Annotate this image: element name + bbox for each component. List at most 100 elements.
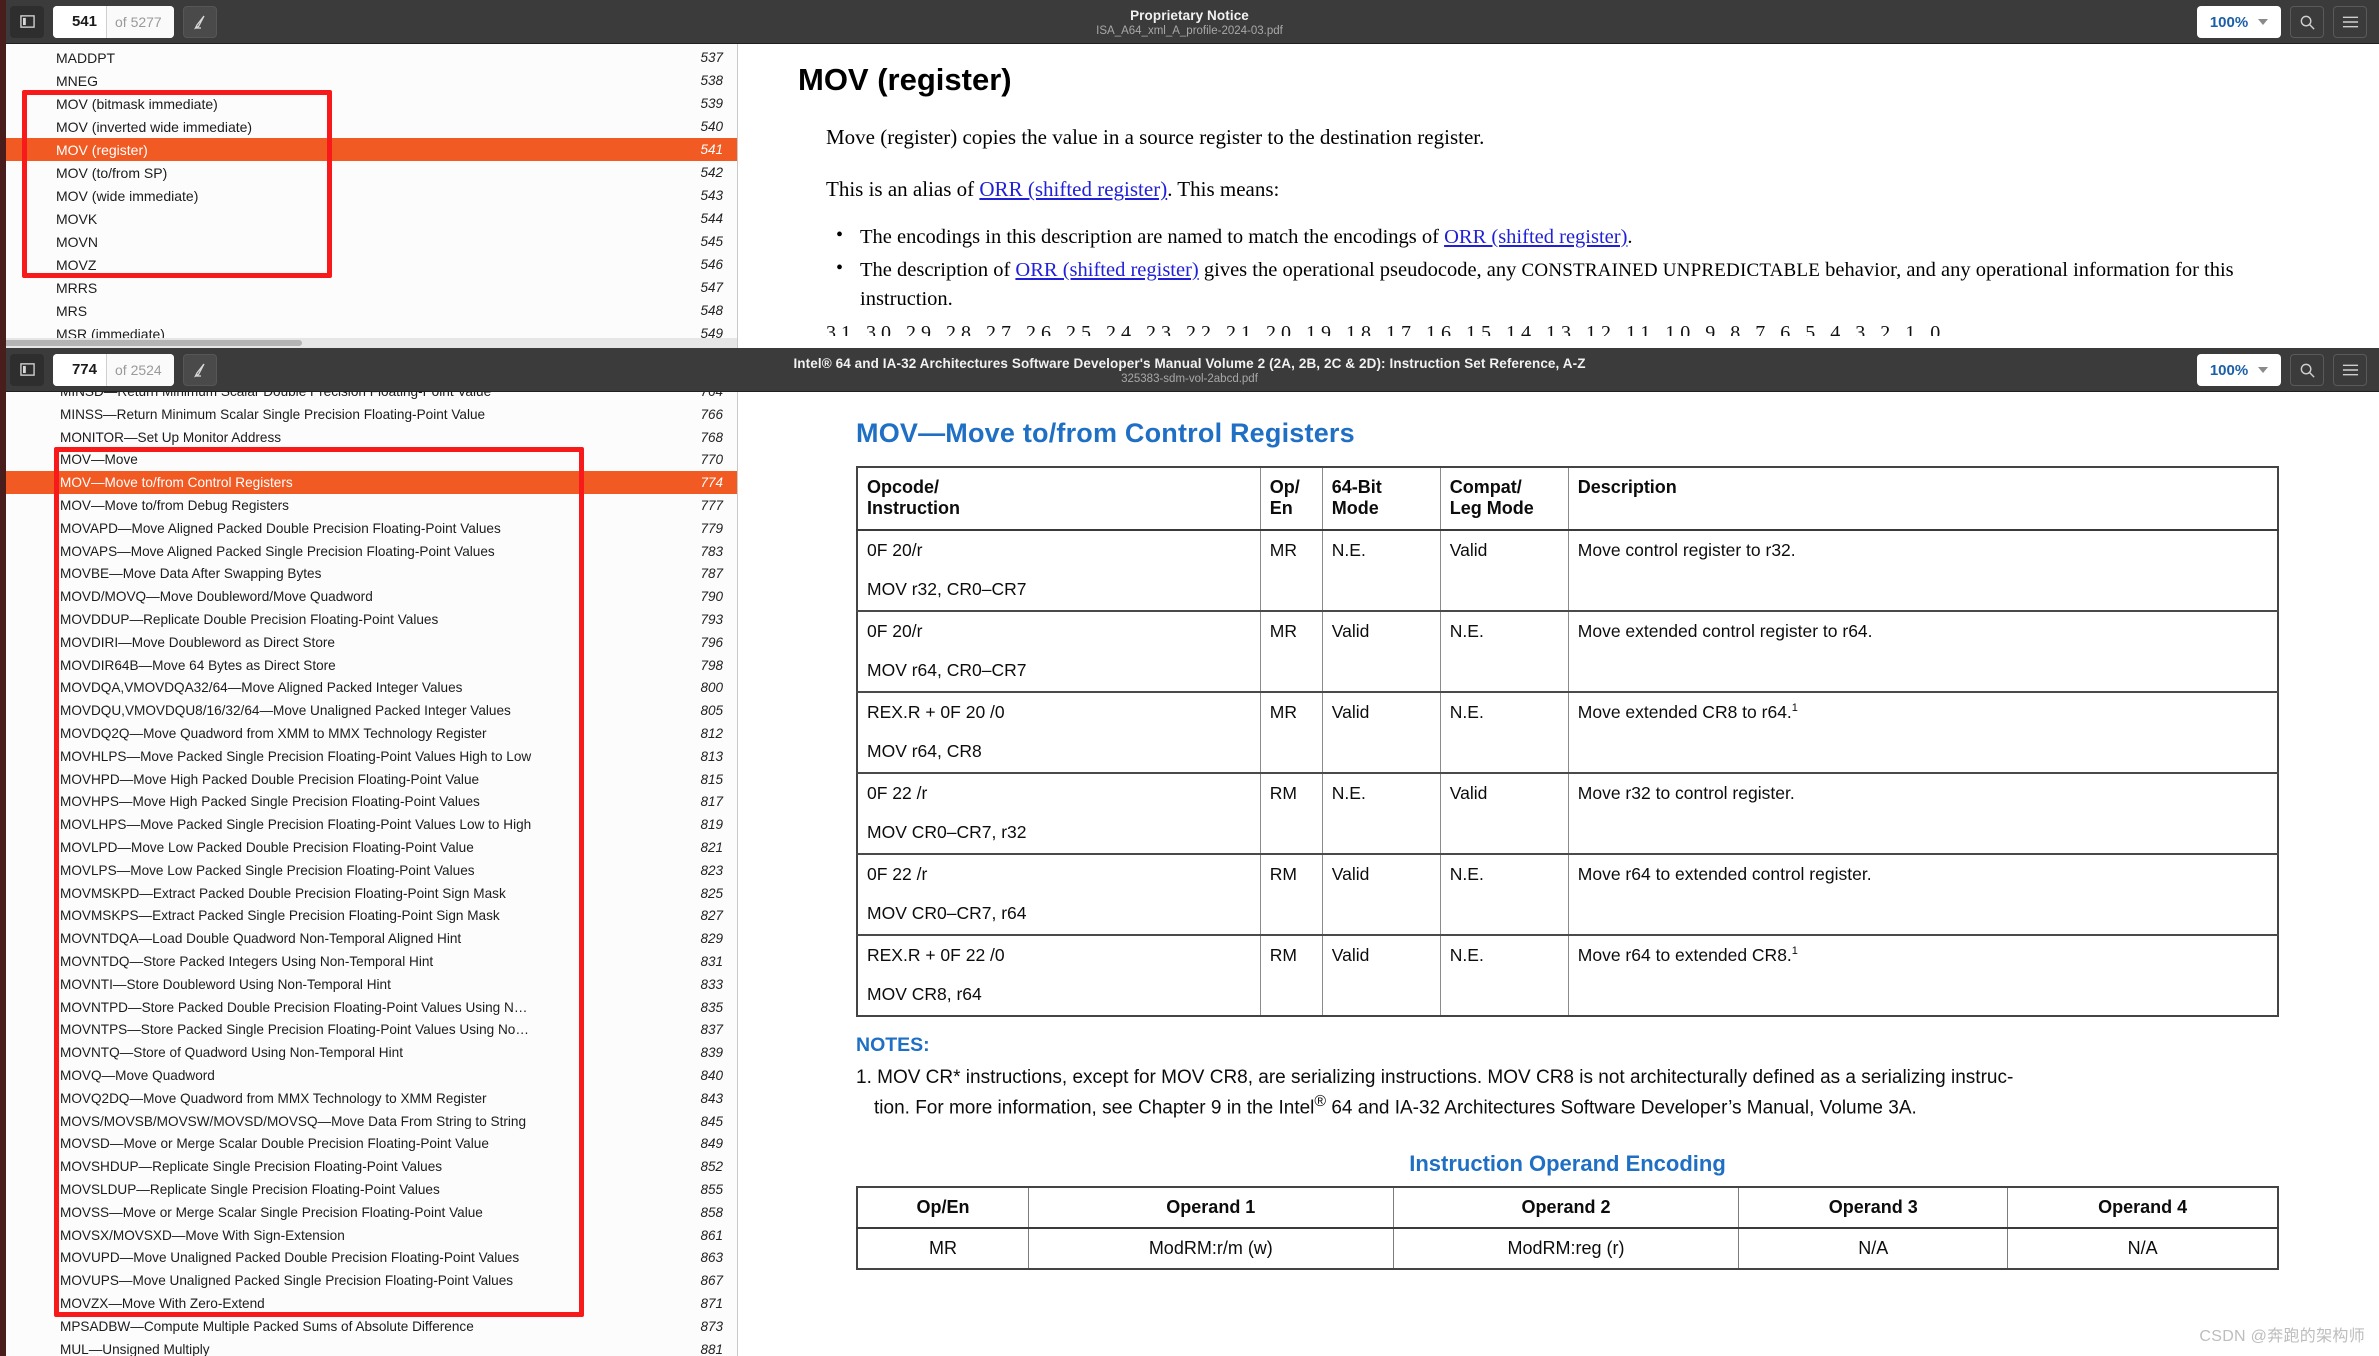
opcode-text: 0F 20/r — [867, 621, 1252, 642]
sidebar-horizontal-scrollbar-arm[interactable] — [0, 338, 737, 348]
mode64-cell: Valid — [1322, 935, 1440, 1016]
outline-item-intel[interactable]: MOVNTI—Store Doubleword Using Non-Tempor… — [0, 973, 737, 996]
outline-item-intel[interactable]: MOVQ2DQ—Move Quadword from MMX Technolog… — [0, 1087, 737, 1110]
outline-item-intel[interactable]: MOVLPS—Move Low Packed Single Precision … — [0, 859, 737, 882]
outline-item-label: MOVHPS—Move High Packed Single Precision… — [60, 794, 683, 809]
outline-item-label: MOVDQA,VMOVDQA32/64—Move Aligned Packed … — [60, 680, 683, 695]
outline-item-intel[interactable]: MUL—Unsigned Multiply881 — [0, 1338, 737, 1356]
zoom-select-arm[interactable]: 100% — [2197, 6, 2281, 38]
sidebar-toggle-icon[interactable] — [10, 354, 44, 386]
outline-item-arm[interactable]: MOV (inverted wide immediate)540 — [0, 115, 737, 138]
outline-item-arm[interactable]: MNEG538 — [0, 69, 737, 92]
outline-item-label: MOVQ—Move Quadword — [60, 1068, 683, 1083]
outline-item-intel[interactable]: MOVNTDQ—Store Packed Integers Using Non-… — [0, 950, 737, 973]
page-number-input-arm[interactable]: 541 of 5277 — [53, 6, 174, 38]
outline-item-label: MOVSX/MOVSXD—Move With Sign-Extension — [60, 1228, 683, 1243]
outline-item-intel[interactable]: MOVAPD—Move Aligned Packed Double Precis… — [0, 517, 737, 540]
outline-item-intel[interactable]: MOVUPS—Move Unaligned Packed Single Prec… — [0, 1269, 737, 1292]
outline-item-intel[interactable]: MOVNTPD—Store Packed Double Precision Fl… — [0, 996, 737, 1019]
outline-item-intel[interactable]: MOVDQ2Q—Move Quadword from XMM to MMX Te… — [0, 722, 737, 745]
outline-item-intel[interactable]: MOVMSKPD—Extract Packed Double Precision… — [0, 882, 737, 905]
search-icon[interactable] — [2290, 6, 2324, 38]
zoom-select-intel[interactable]: 100% — [2197, 354, 2281, 386]
outline-item-intel[interactable]: MONITOR—Set Up Monitor Address768 — [0, 426, 737, 449]
table-cell: N/A — [1739, 1228, 2008, 1269]
hamburger-menu-icon[interactable] — [2333, 354, 2367, 386]
orr-shifted-register-link-1[interactable]: ORR (shifted register) — [979, 177, 1167, 201]
outline-item-intel[interactable]: MOV—Move770 — [0, 449, 737, 472]
outline-item-intel[interactable]: MOVD/MOVQ—Move Doubleword/Move Quadword7… — [0, 585, 737, 608]
outline-item-arm[interactable]: MOVK544 — [0, 207, 737, 230]
sidebar-toggle-icon[interactable] — [10, 6, 44, 38]
outline-item-intel[interactable]: MOVAPS—Move Aligned Packed Single Precis… — [0, 540, 737, 563]
outline-item-arm[interactable]: MOV (to/from SP)542 — [0, 161, 737, 184]
outline-item-intel[interactable]: MOVZX—Move With Zero-Extend871 — [0, 1292, 737, 1315]
table-cell: MR — [857, 1228, 1028, 1269]
orr-shifted-register-link-2[interactable]: ORR (shifted register) — [1444, 226, 1627, 248]
outline-item-intel[interactable]: MOVDDUP—Replicate Double Precision Float… — [0, 608, 737, 631]
outline-item-intel[interactable]: MOVNTQ—Store of Quadword Using Non-Tempo… — [0, 1041, 737, 1064]
outline-item-page: 798 — [683, 658, 729, 673]
outline-item-intel[interactable]: MOVNTPS—Store Packed Single Precision Fl… — [0, 1019, 737, 1042]
outline-item-arm[interactable]: MOV (register)541 — [0, 138, 737, 161]
page-number-value-arm[interactable]: 541 — [53, 6, 107, 38]
pen-icon[interactable] — [183, 354, 217, 386]
outline-item-intel[interactable]: MOVLHPS—Move Packed Single Precision Flo… — [0, 813, 737, 836]
outline-item-intel[interactable]: MOVSHDUP—Replicate Single Precision Floa… — [0, 1155, 737, 1178]
description-cell: Move r64 to extended CR8.1 — [1568, 935, 2278, 1016]
table-header-cell: 64-BitMode — [1322, 467, 1440, 530]
outline-item-page: 849 — [683, 1136, 729, 1151]
page-number-value-intel[interactable]: 774 — [53, 354, 107, 386]
mode64-cell: Valid — [1322, 854, 1440, 935]
outline-list-arm[interactable]: MADDPT537MNEG538MOV (bitmask immediate)5… — [0, 44, 737, 345]
outline-item-page: 543 — [683, 188, 729, 203]
outline-item-arm[interactable]: MOV (wide immediate)543 — [0, 184, 737, 207]
outline-item-intel[interactable]: MOVDIRI—Move Doubleword as Direct Store7… — [0, 631, 737, 654]
outline-item-intel[interactable]: MOVSD—Move or Merge Scalar Double Precis… — [0, 1133, 737, 1156]
outline-item-intel[interactable]: MOVDQA,VMOVDQA32/64—Move Aligned Packed … — [0, 677, 737, 700]
outline-item-label: MOVDQU,VMOVDQU8/16/32/64—Move Unaligned … — [60, 703, 683, 718]
outline-item-page: 881 — [683, 1342, 729, 1356]
outline-sidebar-intel[interactable]: MINSD—Return Minimum Scalar Double Preci… — [0, 392, 738, 1356]
outline-item-intel[interactable]: MOV—Move to/from Debug Registers777 — [0, 494, 737, 517]
outline-sidebar-arm[interactable]: MADDPT537MNEG538MOV (bitmask immediate)5… — [0, 44, 738, 348]
outline-item-intel[interactable]: MOVDIR64B—Move 64 Bytes as Direct Store7… — [0, 654, 737, 677]
outline-item-page: 545 — [683, 234, 729, 249]
outline-item-intel[interactable]: MOVLPD—Move Low Packed Double Precision … — [0, 836, 737, 859]
hamburger-menu-icon[interactable] — [2333, 6, 2367, 38]
outline-item-intel[interactable]: MOVSS—Move or Merge Scalar Single Precis… — [0, 1201, 737, 1224]
page-number-input-intel[interactable]: 774 of 2524 — [53, 354, 174, 386]
outline-item-intel[interactable]: MOVHPS—Move High Packed Single Precision… — [0, 791, 737, 814]
outline-item-intel[interactable]: MOVS/MOVSB/MOVSW/MOVSD/MOVSQ—Move Data F… — [0, 1110, 737, 1133]
outline-item-intel[interactable]: MPSADBW—Compute Multiple Packed Sums of … — [0, 1315, 737, 1338]
outline-item-arm[interactable]: MOVZ546 — [0, 253, 737, 276]
outline-item-label: MOVZ — [56, 257, 683, 273]
window-title-block-arm: Proprietary Notice ISA_A64_xml_A_profile… — [0, 0, 2379, 44]
outline-item-intel[interactable]: MOVUPD—Move Unaligned Packed Double Prec… — [0, 1246, 737, 1269]
outline-item-intel[interactable]: MOVMSKPS—Extract Packed Single Precision… — [0, 905, 737, 928]
outline-item-intel[interactable]: MOVSLDUP—Replicate Single Precision Floa… — [0, 1178, 737, 1201]
outline-item-page: 548 — [683, 303, 729, 318]
outline-item-intel[interactable]: MOVQ—Move Quadword840 — [0, 1064, 737, 1087]
outline-item-intel[interactable]: MOVHLPS—Move Packed Single Precision Flo… — [0, 745, 737, 768]
outline-item-arm[interactable]: MADDPT537 — [0, 46, 737, 69]
orr-shifted-register-link-3[interactable]: ORR (shifted register) — [1015, 259, 1198, 281]
outline-item-arm[interactable]: MOVN545 — [0, 230, 737, 253]
outline-item-page: 835 — [683, 1000, 729, 1015]
table-row: 0F 22 /rMOV CR0–CR7, r64RMValidN.E.Move … — [857, 854, 2278, 935]
outline-item-intel[interactable]: MOVDQU,VMOVDQU8/16/32/64—Move Unaligned … — [0, 699, 737, 722]
outline-item-intel[interactable]: MOVBE—Move Data After Swapping Bytes787 — [0, 563, 737, 586]
outline-item-arm[interactable]: MRRS547 — [0, 276, 737, 299]
outline-item-intel[interactable]: MINSS—Return Minimum Scalar Single Preci… — [0, 403, 737, 426]
search-icon[interactable] — [2290, 354, 2324, 386]
outline-item-arm[interactable]: MRS548 — [0, 299, 737, 322]
outline-item-arm[interactable]: MOV (bitmask immediate)539 — [0, 92, 737, 115]
outline-item-clipped-intel[interactable]: MINSD—Return Minimum Scalar Double Preci… — [0, 392, 737, 403]
outline-item-intel[interactable]: MOVSX/MOVSXD—Move With Sign-Extension861 — [0, 1224, 737, 1247]
pen-icon[interactable] — [183, 6, 217, 38]
table-cell: ModRM:reg (r) — [1393, 1228, 1739, 1269]
outline-list-intel[interactable]: MINSD—Return Minimum Scalar Double Preci… — [0, 392, 737, 1356]
outline-item-intel[interactable]: MOVNTDQA—Load Double Quadword Non-Tempor… — [0, 927, 737, 950]
outline-item-intel[interactable]: MOV—Move to/from Control Registers774 — [0, 471, 737, 494]
outline-item-intel[interactable]: MOVHPD—Move High Packed Double Precision… — [0, 768, 737, 791]
